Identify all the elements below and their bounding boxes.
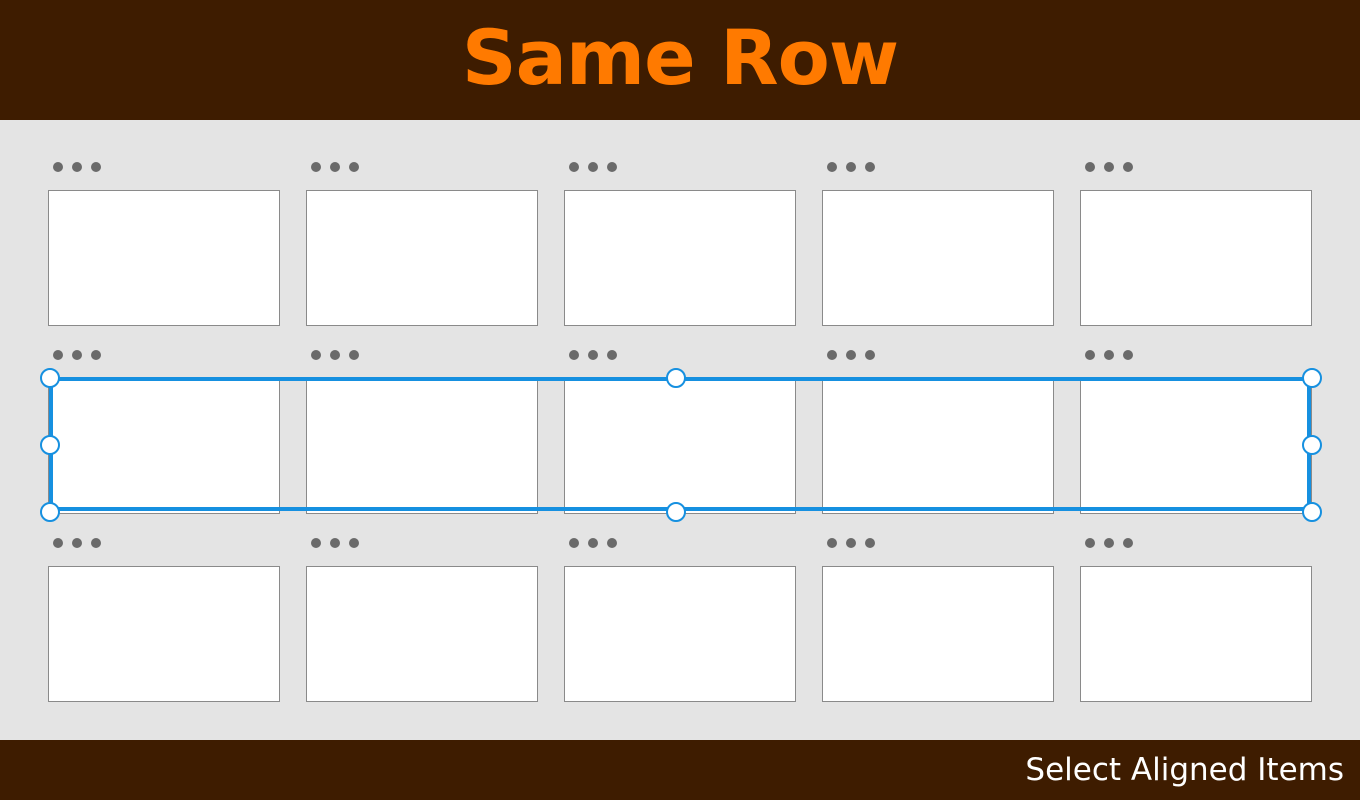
resize-handle-bottom-right[interactable] — [1302, 502, 1322, 522]
dot — [588, 538, 598, 548]
dot — [569, 350, 579, 360]
artboard-frame[interactable] — [1080, 566, 1312, 702]
dot — [607, 162, 617, 172]
dot — [349, 538, 359, 548]
dot — [311, 350, 321, 360]
dot — [53, 162, 63, 172]
dot — [865, 350, 875, 360]
dot — [846, 350, 856, 360]
frame-menu-icon[interactable] — [827, 162, 875, 172]
frame-menu-icon[interactable] — [1085, 350, 1133, 360]
dot — [349, 350, 359, 360]
dot — [607, 350, 617, 360]
dot — [53, 350, 63, 360]
frame-menu-icon[interactable] — [311, 350, 359, 360]
dot — [827, 350, 837, 360]
frame-menu-icon[interactable] — [569, 350, 617, 360]
frame-menu-icon[interactable] — [569, 162, 617, 172]
dot — [1104, 538, 1114, 548]
artboard-canvas[interactable] — [0, 120, 1360, 740]
page-title: Same Row — [461, 13, 899, 102]
dot — [1123, 538, 1133, 548]
frame-menu-icon[interactable] — [1085, 162, 1133, 172]
artboard-frame[interactable] — [564, 566, 796, 702]
dot — [330, 538, 340, 548]
dot — [311, 538, 321, 548]
dot — [846, 538, 856, 548]
dot — [1104, 162, 1114, 172]
dot — [1123, 350, 1133, 360]
frame-menu-icon[interactable] — [311, 162, 359, 172]
artboard-frame[interactable] — [48, 190, 280, 326]
dot — [72, 350, 82, 360]
dot — [846, 162, 856, 172]
dot — [311, 162, 321, 172]
footer-bar: Select Aligned Items — [0, 740, 1360, 800]
resize-handle-top-left[interactable] — [40, 368, 60, 388]
dot — [569, 162, 579, 172]
dot — [588, 162, 598, 172]
dot — [91, 350, 101, 360]
dot — [1085, 538, 1095, 548]
resize-handle-middle-left[interactable] — [40, 435, 60, 455]
dot — [72, 538, 82, 548]
resize-handle-middle-right[interactable] — [1302, 435, 1322, 455]
frame-menu-icon[interactable] — [1085, 538, 1133, 548]
artboard-frame[interactable] — [822, 378, 1054, 514]
resize-handle-top-center[interactable] — [666, 368, 686, 388]
frame-menu-icon[interactable] — [53, 538, 101, 548]
dot — [865, 162, 875, 172]
dot — [569, 538, 579, 548]
dot — [53, 538, 63, 548]
artboard-frame[interactable] — [564, 190, 796, 326]
dot — [1085, 350, 1095, 360]
frame-menu-icon[interactable] — [569, 538, 617, 548]
instruction-label: Select Aligned Items — [1025, 752, 1344, 788]
dot — [827, 538, 837, 548]
dot — [607, 538, 617, 548]
artboard-frame[interactable] — [1080, 190, 1312, 326]
dot — [330, 162, 340, 172]
frame-menu-icon[interactable] — [53, 350, 101, 360]
artboard-frame[interactable] — [1080, 378, 1312, 514]
frame-menu-icon[interactable] — [827, 350, 875, 360]
frame-menu-icon[interactable] — [311, 538, 359, 548]
artboard-frame[interactable] — [48, 566, 280, 702]
dot — [91, 162, 101, 172]
resize-handle-top-right[interactable] — [1302, 368, 1322, 388]
dot — [827, 162, 837, 172]
dot — [1123, 162, 1133, 172]
artboard-frame[interactable] — [306, 566, 538, 702]
dot — [72, 162, 82, 172]
artboard-frame[interactable] — [306, 378, 538, 514]
dot — [91, 538, 101, 548]
dot — [588, 350, 598, 360]
dot — [349, 162, 359, 172]
artboard-frame[interactable] — [822, 566, 1054, 702]
frame-menu-icon[interactable] — [53, 162, 101, 172]
dot — [865, 538, 875, 548]
dot — [1104, 350, 1114, 360]
artboard-frame[interactable] — [564, 378, 796, 514]
dot — [330, 350, 340, 360]
header-bar: Same Row — [0, 0, 1360, 120]
frame-menu-icon[interactable] — [827, 538, 875, 548]
artboard-frame[interactable] — [48, 378, 280, 514]
artboard-frame[interactable] — [822, 190, 1054, 326]
dot — [1085, 162, 1095, 172]
resize-handle-bottom-center[interactable] — [666, 502, 686, 522]
resize-handle-bottom-left[interactable] — [40, 502, 60, 522]
artboard-frame[interactable] — [306, 190, 538, 326]
